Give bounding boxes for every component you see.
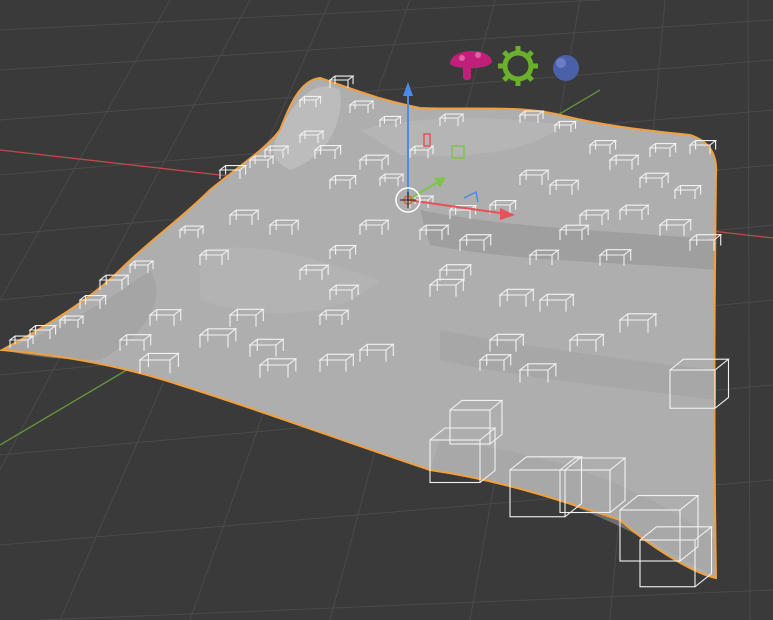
grid-line — [39, 589, 773, 620]
mushroom-icon[interactable] — [450, 50, 492, 80]
3d-viewport[interactable] — [0, 0, 773, 620]
grid-line — [0, 19, 773, 71]
grid-line — [747, 0, 751, 620]
terrain-mesh[interactable] — [0, 76, 718, 580]
grid-line — [0, 0, 601, 31]
scene-canvas[interactable] — [0, 0, 773, 620]
source-objects[interactable] — [450, 46, 579, 86]
gear-icon[interactable] — [498, 46, 538, 86]
sphere-icon[interactable] — [553, 55, 579, 81]
